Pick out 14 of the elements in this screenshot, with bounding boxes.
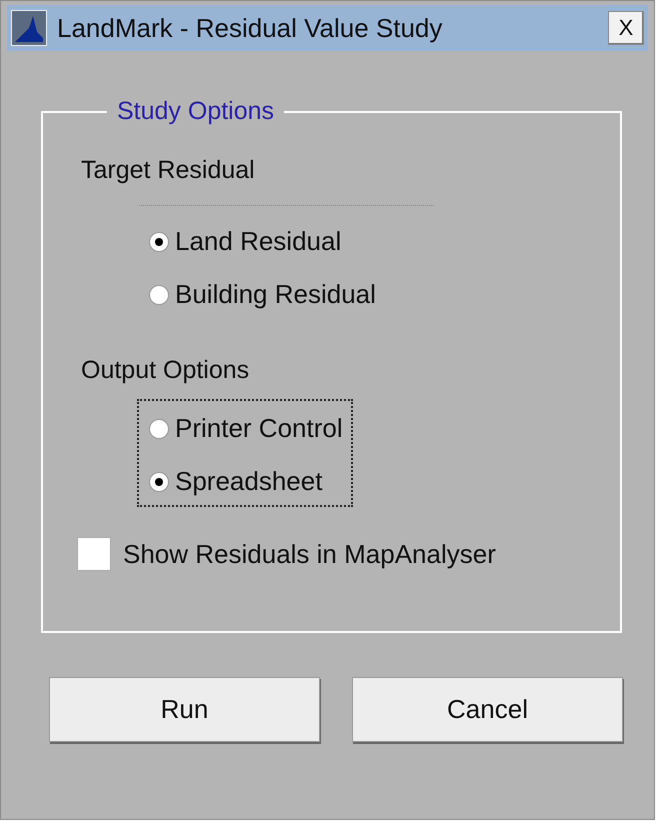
window-title: LandMark - Residual Value Study [57,12,444,44]
radio-option[interactable]: Land Residual [149,226,376,257]
chart-icon [11,10,47,46]
radio-option[interactable]: Printer Control [149,413,343,444]
run-button[interactable]: Run [49,677,320,742]
radio-option[interactable]: Building Residual [149,279,376,310]
radio-option[interactable]: Spreadsheet [149,466,343,497]
section-heading: Target Residual [81,156,255,184]
close-button[interactable]: X [608,11,644,45]
group-title: Study Options [116,97,276,126]
cancel-button[interactable]: Cancel [352,677,623,742]
section-heading: Output Options [81,356,250,384]
checkbox[interactable] [77,537,111,571]
checkbox-label: Show Residuals in MapAnalyser [123,538,496,570]
